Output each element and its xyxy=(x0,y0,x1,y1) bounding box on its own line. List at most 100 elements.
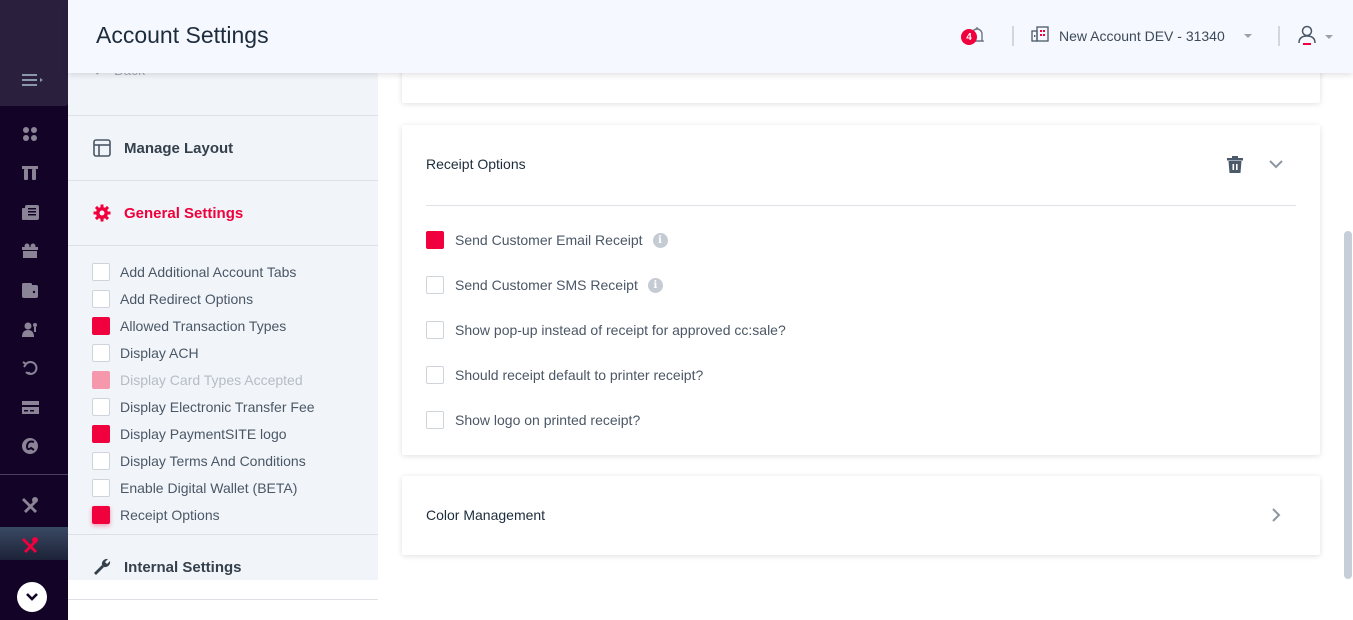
receipt-options-card: Receipt Options Send Customer Email Rece… xyxy=(402,125,1320,455)
option-label: Show logo on printed receipt? xyxy=(455,412,641,428)
receipt-option-logo[interactable]: Show logo on printed receipt? xyxy=(426,410,640,430)
expand-icon[interactable] xyxy=(17,582,47,612)
panel-bottom xyxy=(68,580,378,620)
receipt-option-email[interactable]: Send Customer Email Receipt i xyxy=(426,230,668,250)
main-content: Receipt Options Send Customer Email Rece… xyxy=(378,0,1353,620)
option-allowed-transaction-types[interactable]: Allowed Transaction Types xyxy=(92,312,315,339)
nav-rail xyxy=(0,0,68,620)
notification-badge: 4 xyxy=(961,29,977,45)
panel-divider xyxy=(68,534,378,535)
option-label: Display ACH xyxy=(120,344,199,361)
color-management-card[interactable]: Color Management xyxy=(402,476,1320,555)
top-header: Account Settings 4 New Account DEV - 313… xyxy=(68,0,1353,73)
menu-toggle-icon[interactable] xyxy=(21,68,45,92)
checkbox[interactable] xyxy=(92,262,110,281)
option-add-additional-account-tabs[interactable]: Add Additional Account Tabs xyxy=(92,258,315,285)
header-separator xyxy=(1012,26,1014,46)
tools-icon[interactable] xyxy=(18,492,42,516)
section-label: Internal Settings xyxy=(124,558,242,576)
option-label: Enable Digital Wallet (BETA) xyxy=(120,479,298,496)
notifications-button[interactable]: 4 xyxy=(961,26,986,48)
section-label: Manage Layout xyxy=(124,139,234,157)
option-receipt-options[interactable]: Receipt Options xyxy=(92,501,315,528)
general-settings-options: Add Additional Account Tabs Add Redirect… xyxy=(92,258,315,528)
settings-panel: Back Manage Layout General Settings Add … xyxy=(68,0,378,620)
receipt-option-sms[interactable]: Send Customer SMS Receipt i xyxy=(426,275,663,295)
receipt-option-printer-default[interactable]: Should receipt default to printer receip… xyxy=(426,365,703,385)
gear-icon xyxy=(92,203,112,223)
option-label: Add Redirect Options xyxy=(120,290,254,307)
user-icon xyxy=(1298,25,1316,50)
option-display-ach[interactable]: Display ACH xyxy=(92,339,315,366)
pos-terminal-icon[interactable] xyxy=(18,161,42,185)
option-label: Send Customer SMS Receipt xyxy=(455,277,638,293)
option-display-electronic-transfer-fee[interactable]: Display Electronic Transfer Fee xyxy=(92,393,315,420)
checkbox[interactable] xyxy=(426,231,444,249)
account-name: New Account DEV - 31340 xyxy=(1059,28,1225,44)
checkbox xyxy=(92,370,110,389)
trash-icon[interactable] xyxy=(1225,154,1245,174)
option-label: Add Additional Account Tabs xyxy=(120,263,297,280)
customers-icon[interactable] xyxy=(18,317,42,341)
scrollbar[interactable] xyxy=(1344,231,1352,579)
caret-down-icon xyxy=(1243,34,1252,38)
caret-down-icon xyxy=(1325,35,1333,39)
option-label: Send Customer Email Receipt xyxy=(455,232,643,248)
option-display-paymentsite-logo[interactable]: Display PaymentSITE logo xyxy=(92,420,315,447)
option-label: Display PaymentSITE logo xyxy=(120,425,287,442)
option-display-terms-and-conditions[interactable]: Display Terms And Conditions xyxy=(92,447,315,474)
section-label: General Settings xyxy=(124,204,244,222)
chevron-down-icon[interactable] xyxy=(1266,154,1286,174)
checkbox[interactable] xyxy=(92,343,110,362)
section-internal-settings[interactable]: Internal Settings xyxy=(92,555,242,579)
checkbox[interactable] xyxy=(92,424,110,443)
panel-divider xyxy=(68,115,378,116)
card-divider xyxy=(426,205,1296,206)
checkbox[interactable] xyxy=(426,366,444,384)
panel-divider xyxy=(68,245,378,246)
chevron-right-icon[interactable] xyxy=(1266,505,1286,525)
user-menu[interactable] xyxy=(1298,24,1333,50)
building-icon xyxy=(1031,25,1049,47)
settings-tools-icon[interactable] xyxy=(18,532,42,556)
section-manage-layout[interactable]: Manage Layout xyxy=(92,136,233,160)
refund-icon[interactable] xyxy=(18,356,42,380)
checkbox[interactable] xyxy=(92,451,110,470)
panel-divider xyxy=(68,180,378,181)
card-title: Color Management xyxy=(426,507,546,523)
fees-icon[interactable] xyxy=(18,434,42,458)
account-switcher[interactable]: New Account DEV - 31340 xyxy=(1031,24,1252,48)
header-separator xyxy=(1278,26,1280,46)
option-label: Display Electronic Transfer Fee xyxy=(120,398,315,415)
gift-icon[interactable] xyxy=(18,239,42,263)
panel-divider xyxy=(68,599,378,600)
checkbox[interactable] xyxy=(426,276,444,294)
reports-icon[interactable] xyxy=(18,200,42,224)
dashboard-icon[interactable] xyxy=(18,122,42,146)
option-display-card-types-accepted: Display Card Types Accepted xyxy=(92,366,315,393)
checkbox[interactable] xyxy=(92,289,110,308)
option-label: Display Terms And Conditions xyxy=(120,452,306,469)
rail-divider xyxy=(0,474,68,475)
checkbox[interactable] xyxy=(426,411,444,429)
option-label: Allowed Transaction Types xyxy=(120,317,287,334)
checkbox[interactable] xyxy=(426,321,444,339)
info-icon[interactable]: i xyxy=(652,232,668,248)
option-label: Show pop-up instead of receipt for appro… xyxy=(455,322,786,338)
info-icon[interactable]: i xyxy=(647,277,663,293)
card-title: Receipt Options xyxy=(426,156,526,172)
section-general-settings[interactable]: General Settings xyxy=(92,201,243,225)
checkbox[interactable] xyxy=(92,505,110,524)
option-label: Display Card Types Accepted xyxy=(120,371,303,388)
checkbox[interactable] xyxy=(92,316,110,335)
wrench-icon xyxy=(92,557,112,577)
receipt-option-popup[interactable]: Show pop-up instead of receipt for appro… xyxy=(426,320,786,340)
option-enable-digital-wallet[interactable]: Enable Digital Wallet (BETA) xyxy=(92,474,315,501)
wallet-icon[interactable] xyxy=(18,278,42,302)
checkbox[interactable] xyxy=(92,478,110,497)
card-icon[interactable] xyxy=(18,395,42,419)
option-label: Receipt Options xyxy=(120,506,220,523)
checkbox[interactable] xyxy=(92,397,110,416)
option-add-redirect-options[interactable]: Add Redirect Options xyxy=(92,285,315,312)
layout-icon xyxy=(92,138,112,158)
